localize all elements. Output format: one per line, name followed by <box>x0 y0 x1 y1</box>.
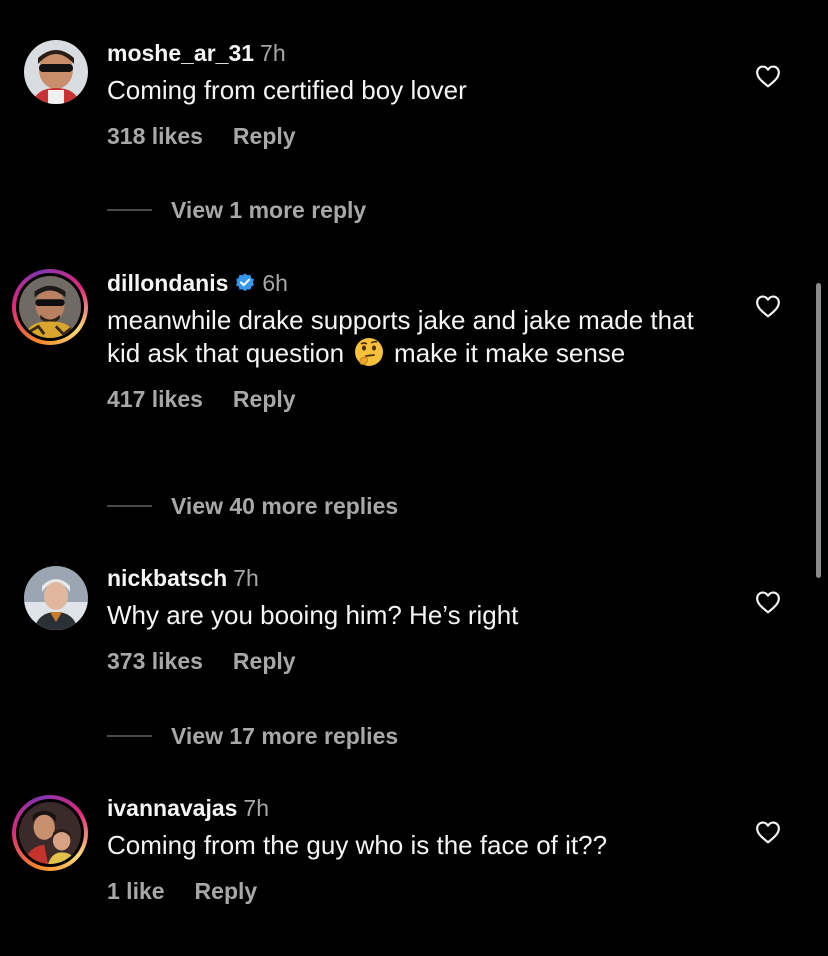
comment-text: meanwhile drake supports jake and jake m… <box>107 304 728 369</box>
likes-count[interactable]: 373 likes <box>107 648 203 674</box>
like-button[interactable] <box>755 64 781 88</box>
reply-button[interactable]: Reply <box>233 123 296 149</box>
like-button[interactable] <box>755 294 781 318</box>
reply-button[interactable]: Reply <box>195 878 258 904</box>
replies-divider <box>107 735 152 737</box>
view-more-replies-label[interactable]: View 1 more reply <box>171 197 366 224</box>
avatar-story-ring[interactable] <box>12 269 88 345</box>
reply-button[interactable]: Reply <box>233 386 296 412</box>
avatar[interactable] <box>24 566 88 630</box>
replies-divider <box>107 505 152 507</box>
verified-badge-icon <box>234 271 256 293</box>
view-more-replies[interactable]: View 1 more reply <box>107 195 366 225</box>
like-button[interactable] <box>755 820 781 844</box>
avatar-story-ring[interactable] <box>12 795 88 871</box>
thinking-face-emoji-icon <box>353 336 385 368</box>
reply-button[interactable]: Reply <box>233 648 296 674</box>
comment-text: Coming from certified boy lover <box>107 75 467 105</box>
heart-outline-icon <box>756 65 780 88</box>
view-more-replies[interactable]: View 40 more replies <box>107 491 398 521</box>
timestamp: 7h <box>233 565 259 591</box>
timestamp: 7h <box>260 40 286 66</box>
replies-divider <box>107 209 152 211</box>
like-button[interactable] <box>755 590 781 614</box>
timestamp: 7h <box>243 795 270 821</box>
likes-count[interactable]: 1 like <box>107 878 165 904</box>
comment-text: Coming from the guy who is the face of i… <box>107 830 608 860</box>
username[interactable]: nickbatsch <box>107 565 227 591</box>
heart-outline-icon <box>756 821 780 844</box>
scrollbar[interactable] <box>816 283 821 578</box>
view-more-replies-label[interactable]: View 17 more replies <box>171 723 398 750</box>
username[interactable]: ivannavajas <box>107 795 237 821</box>
likes-count[interactable]: 417 likes <box>107 386 203 412</box>
username[interactable]: dillondanis <box>107 270 228 296</box>
heart-outline-icon <box>756 591 780 614</box>
avatar <box>19 802 81 864</box>
username[interactable]: moshe_ar_31 <box>107 40 254 66</box>
comment-text-part: make it make sense <box>394 338 626 368</box>
heart-outline-icon <box>756 295 780 318</box>
avatar[interactable] <box>24 40 88 104</box>
view-more-replies[interactable]: View 17 more replies <box>107 721 398 751</box>
timestamp: 6h <box>262 270 288 296</box>
likes-count[interactable]: 318 likes <box>107 123 203 149</box>
comment-text: Why are you booing him? He’s right <box>107 600 519 630</box>
view-more-replies-label[interactable]: View 40 more replies <box>171 493 398 520</box>
comments-screen: moshe_ar_31 7h Coming from certified boy … <box>0 0 828 956</box>
avatar <box>19 276 81 338</box>
